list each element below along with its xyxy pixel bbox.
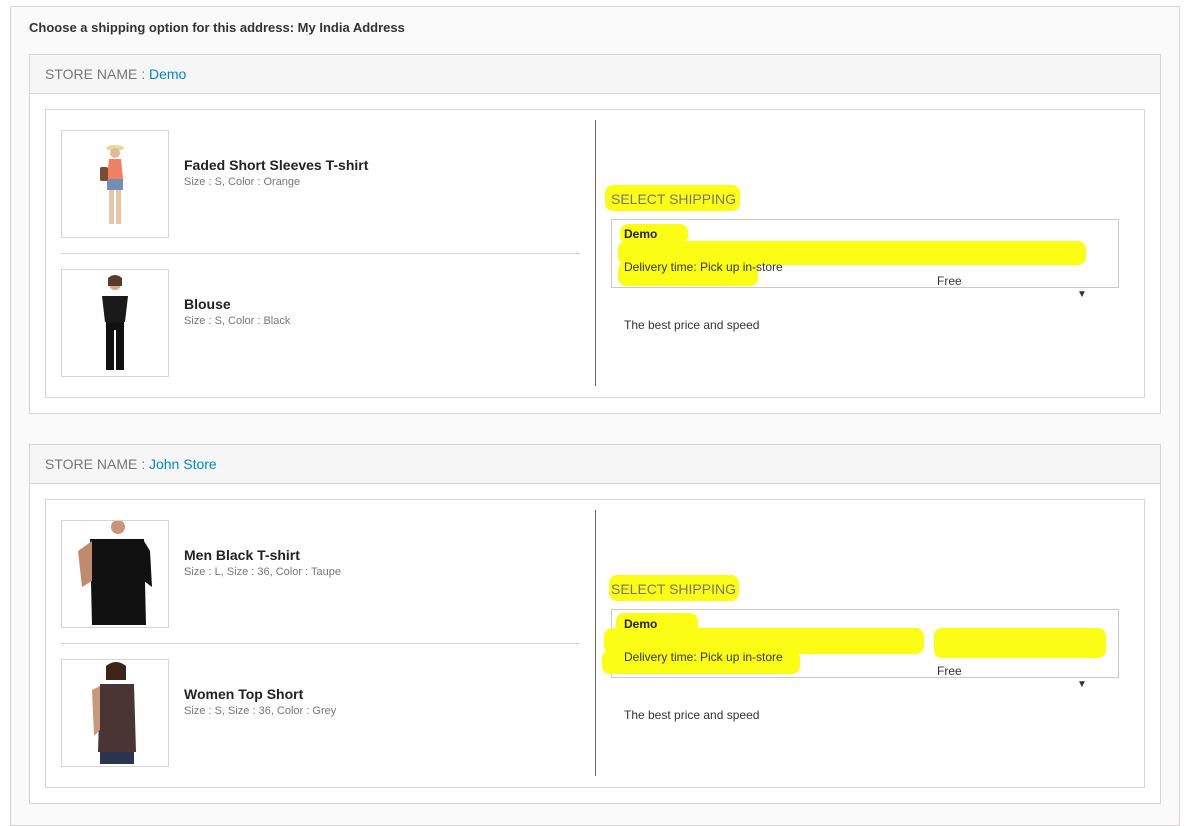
select-shipping-title: SELECT SHIPPING: [611, 191, 737, 207]
product-attributes: Size : L, Size : 36, Color : Taupe: [184, 566, 341, 578]
carrier-description: The best price and speed: [624, 708, 760, 722]
product-item: Blouse Size : S, Color : Black: [61, 269, 580, 389]
carrier-description: The best price and speed: [624, 318, 760, 332]
product-image[interactable]: [61, 130, 169, 238]
store-name-link[interactable]: Demo: [149, 66, 186, 82]
shipping-options: SELECT SHIPPING Demo Delivery time: Pick…: [605, 110, 1131, 397]
woman-orange-top-image: [100, 145, 124, 224]
product-name[interactable]: Men Black T-shirt: [184, 547, 300, 563]
product-item: Faded Short Sleeves T-shirt Size : S, Co…: [61, 130, 580, 250]
product-list: Men Black T-shirt Size : L, Size : 36, C…: [46, 500, 595, 787]
shipping-options: SELECT SHIPPING Demo Delivery time: Pick…: [602, 500, 1131, 787]
delivery-time: Delivery time: Pick up in-store: [624, 260, 783, 274]
select-shipping-title: SELECT SHIPPING: [611, 581, 737, 597]
store-header: STORE NAME : Demo: [30, 55, 1160, 94]
product-name[interactable]: Women Top Short: [184, 686, 303, 702]
product-image[interactable]: [61, 659, 169, 767]
store-label: STORE NAME :: [45, 66, 146, 82]
product-image[interactable]: [61, 269, 169, 377]
product-image[interactable]: [61, 520, 169, 628]
product-item: Women Top Short Size : S, Size : 36, Col…: [61, 659, 580, 779]
product-name[interactable]: Faded Short Sleeves T-shirt: [184, 157, 368, 173]
chevron-down-icon[interactable]: ▼: [1077, 289, 1200, 300]
shipping-price: Free: [937, 664, 962, 678]
chevron-down-icon[interactable]: ▼: [1077, 679, 1200, 690]
store-block-john-store: STORE NAME : John Store Men Black T-shir…: [29, 444, 1161, 804]
carrier-select[interactable]: Demo Delivery time: Pick up in-store Fre…: [611, 219, 1119, 332]
product-name[interactable]: Blouse: [184, 296, 231, 312]
address-prompt: Choose a shipping option for this addres…: [29, 20, 405, 35]
carrier-name: Demo: [624, 617, 658, 631]
carrier-select[interactable]: Demo Delivery time: Pick up in-store Fre…: [602, 609, 1119, 722]
product-divider: [61, 643, 580, 644]
product-divider: [61, 253, 580, 254]
column-divider: [595, 120, 596, 386]
product-attributes: Size : S, Color : Black: [184, 315, 291, 327]
product-attributes: Size : S, Size : 36, Color : Grey: [184, 705, 337, 717]
product-item: Men Black T-shirt Size : L, Size : 36, C…: [61, 520, 580, 640]
column-divider: [595, 510, 596, 776]
store-header: STORE NAME : John Store: [30, 445, 1160, 484]
shipping-price: Free: [937, 274, 962, 288]
store-content: Faded Short Sleeves T-shirt Size : S, Co…: [45, 109, 1145, 398]
woman-black-blouse-image: [102, 275, 128, 370]
man-black-tshirt-image: [78, 521, 152, 625]
carrier-name: Demo: [624, 227, 658, 241]
store-block-demo: STORE NAME : Demo Faded Short Sleeves T-…: [29, 54, 1161, 414]
woman-grey-top-image: [92, 662, 136, 764]
store-label: STORE NAME :: [45, 456, 146, 472]
delivery-time: Delivery time: Pick up in-store: [624, 650, 783, 664]
product-attributes: Size : S, Color : Orange: [184, 176, 301, 188]
store-name-link[interactable]: John Store: [149, 456, 217, 472]
product-list: Faded Short Sleeves T-shirt Size : S, Co…: [46, 110, 595, 397]
store-content: Men Black T-shirt Size : L, Size : 36, C…: [45, 499, 1145, 788]
